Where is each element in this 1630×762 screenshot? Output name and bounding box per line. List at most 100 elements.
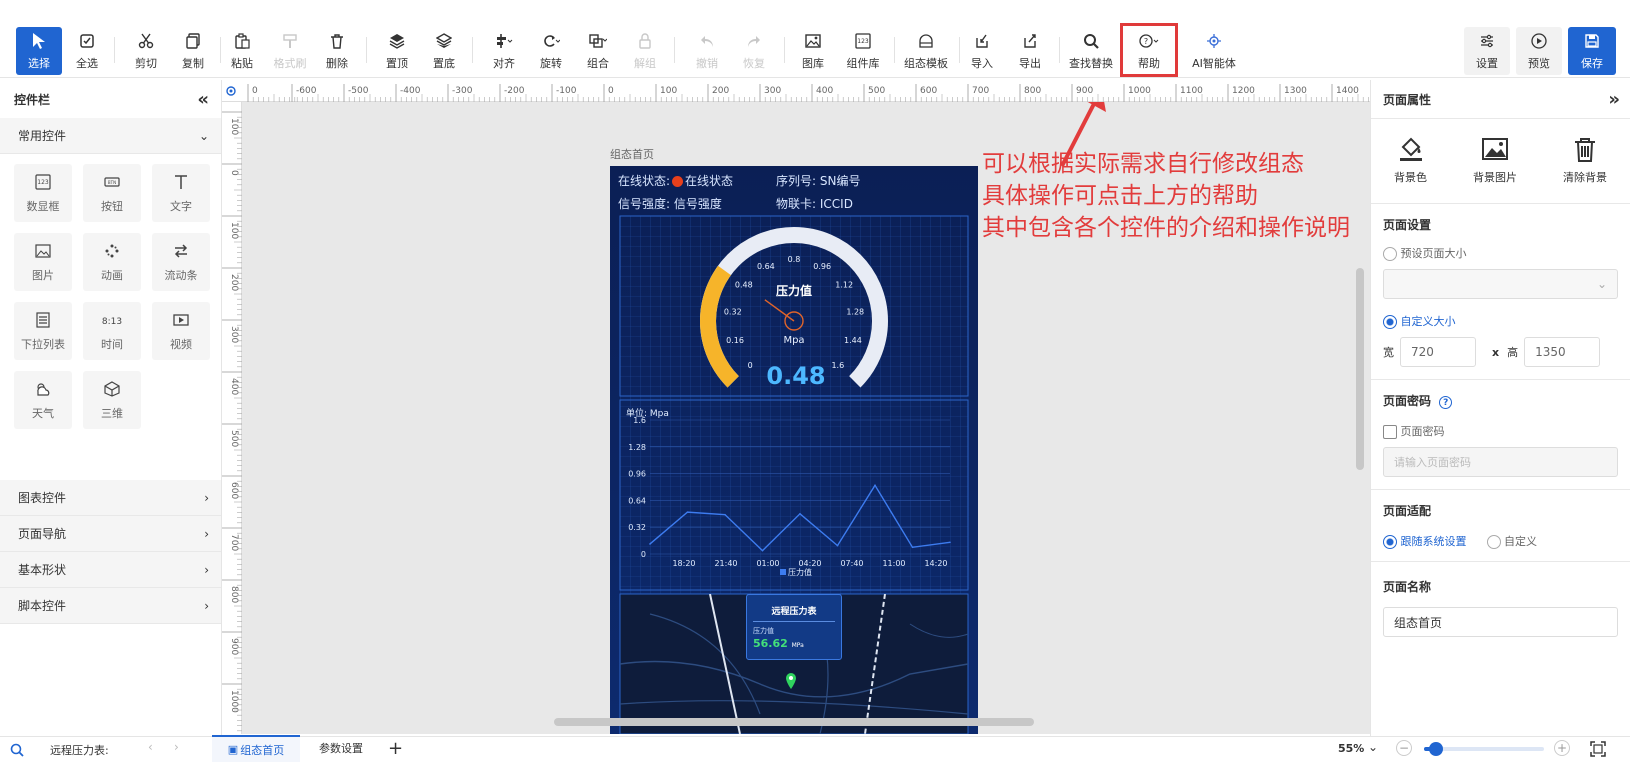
search-icon[interactable] — [10, 743, 24, 757]
section-common-widgets[interactable]: 常用控件 ⌄ — [0, 118, 221, 154]
preview-button[interactable]: 预览 — [1516, 27, 1562, 75]
3d-cube-icon — [102, 379, 122, 399]
bg-image-button[interactable]: 背景图片 — [1473, 135, 1517, 185]
select-all-button[interactable]: 全选 — [63, 27, 111, 75]
status-bar: 远程压力表: ‹ › ▣ 组态首页 参数设置 + 55% ⌄ − + — [0, 735, 1630, 762]
custom-fit-option[interactable]: 自定义 — [1486, 533, 1537, 549]
widget-dropdown-list[interactable]: 下拉列表 — [14, 302, 72, 360]
widget-video[interactable]: 视频 — [152, 302, 210, 360]
help-circle-icon[interactable]: ? — [1439, 396, 1453, 409]
zoom-out-icon[interactable]: − — [1396, 740, 1412, 756]
ruler-h-label: 100 — [660, 86, 677, 96]
paste-button[interactable]: 粘贴 — [218, 27, 266, 75]
page-password-checkbox[interactable]: 页面密码 — [1383, 423, 1618, 439]
widget-weather[interactable]: 天气 — [14, 371, 72, 429]
dashboard-page[interactable]: 在线状态: 在线状态 序列号: SN编号 信号强度: 信号强度 物联卡: ICCI… — [610, 166, 978, 734]
rotate-button[interactable]: 旋转 — [527, 27, 575, 75]
group-button[interactable]: 组合 — [574, 27, 622, 75]
widget-3d[interactable]: 三维 — [83, 371, 141, 429]
copy-icon — [183, 31, 203, 51]
import-button[interactable]: 导入 — [958, 27, 1006, 75]
tab-params[interactable]: 参数设置 — [306, 740, 376, 756]
find-replace-button[interactable]: 查找替换 — [1061, 27, 1121, 75]
widget-numeric-display[interactable]: 123 数显框 — [14, 164, 72, 222]
chevron-down-icon: ⌄ — [198, 128, 209, 143]
tab-home[interactable]: ▣ 组态首页 — [212, 735, 300, 762]
cursor-icon — [29, 31, 49, 51]
bg-color-button[interactable]: 背景色 — [1394, 135, 1427, 185]
vertical-scrollbar[interactable] — [1356, 268, 1364, 470]
next-tab-icon[interactable]: › — [174, 740, 179, 754]
design-canvas[interactable]: 组态首页 在线状态: 在线状态 序列号: SN编号 信号强度: 信号强度 物联卡… — [242, 102, 1370, 734]
collapse-left-icon[interactable]: « — [197, 89, 209, 110]
chart-data-point — [874, 484, 876, 487]
width-input[interactable]: 720 — [1400, 337, 1476, 367]
gallery-button[interactable]: 图库 — [789, 27, 837, 75]
preset-size-option[interactable]: 预设页面大小 — [1383, 245, 1618, 261]
numeric-display-icon: 123 — [33, 172, 53, 192]
widget-image[interactable]: 图片 — [14, 233, 72, 291]
redo-button[interactable]: 恢复 — [730, 27, 778, 75]
collapse-right-icon[interactable]: » — [1608, 89, 1620, 110]
zoom-dropdown-icon[interactable]: ⌄ — [1368, 740, 1378, 754]
section-page-navigation[interactable]: 页面导航 › — [0, 516, 221, 552]
chevron-down-icon: ⌄ — [1596, 277, 1607, 291]
ungroup-button[interactable]: 解组 — [621, 27, 669, 75]
gauge-tick-label: 1.12 — [835, 281, 853, 290]
map-popup[interactable]: 远程压力表 压力值 56.62 MPa — [746, 594, 842, 660]
chevron-right-icon: › — [204, 598, 209, 613]
height-input[interactable]: 1350 — [1524, 337, 1601, 367]
settings-button[interactable]: 设置 — [1464, 27, 1510, 75]
zoom-in-icon[interactable]: + — [1554, 740, 1570, 756]
chart-x-tick-label: 18:20 — [672, 559, 695, 568]
zoom-level[interactable]: 55% — [1338, 742, 1364, 755]
widget-animation[interactable]: 动画 — [83, 233, 141, 291]
delete-button[interactable]: 删除 — [313, 27, 361, 75]
component-library-button[interactable]: 123 组件库 — [837, 27, 889, 75]
custom-size-option[interactable]: 自定义大小 — [1383, 313, 1618, 329]
section-chart-widgets[interactable]: 图表控件 › — [0, 480, 221, 516]
ruler-h-label: 900 — [1076, 86, 1093, 96]
save-button[interactable]: 保存 — [1568, 27, 1616, 75]
scissors-icon — [136, 31, 156, 51]
widget-flow-bar[interactable]: 流动条 — [152, 233, 210, 291]
password-input[interactable]: 请输入页面密码 — [1383, 447, 1618, 477]
section-script-widgets[interactable]: 脚本控件 › — [0, 588, 221, 624]
follow-system-option[interactable]: 跟随系统设置 — [1383, 533, 1467, 549]
section-basic-shapes[interactable]: 基本形状 › — [0, 552, 221, 588]
select-tool-button[interactable]: 选择 — [16, 27, 62, 75]
zoom-slider-knob[interactable] — [1429, 742, 1443, 756]
bring-top-button[interactable]: 置顶 — [373, 27, 421, 75]
cut-button[interactable]: 剪切 — [122, 27, 170, 75]
ai-agent-button[interactable]: AI智能体 — [1184, 27, 1244, 75]
page-fit-title: 页面适配 — [1383, 504, 1432, 518]
preset-size-select[interactable]: ⌄ — [1383, 269, 1618, 299]
horizontal-scrollbar[interactable] — [554, 718, 1034, 726]
map-pin-icon[interactable] — [785, 672, 797, 690]
add-tab-icon[interactable]: + — [388, 738, 403, 759]
prev-tab-icon[interactable]: ‹ — [148, 740, 153, 754]
chart-series-line — [649, 483, 951, 552]
clear-bg-button[interactable]: 清除背景 — [1563, 135, 1607, 185]
undo-button[interactable]: 撤销 — [683, 27, 731, 75]
send-bottom-button[interactable]: 置底 — [420, 27, 468, 75]
pressure-line-chart[interactable]: 0 0.32 0.64 0.96 1.28 1.6 18:20 21:40 01:00 04:20… — [610, 400, 978, 600]
ruler-h-label: 300 — [764, 86, 781, 96]
widget-time[interactable]: 8:13 时间 — [83, 302, 141, 360]
fullscreen-icon[interactable] — [1590, 741, 1606, 757]
format-brush-button[interactable]: 格式刷 — [266, 27, 314, 75]
zoom-slider[interactable] — [1424, 742, 1544, 756]
widget-button[interactable]: BTN 按钮 — [83, 164, 141, 222]
page-name-input[interactable]: 组态首页 — [1383, 607, 1618, 637]
export-button[interactable]: 导出 — [1006, 27, 1054, 75]
align-button[interactable]: 对齐 — [480, 27, 528, 75]
chart-y-tick-label: 1.6 — [633, 416, 646, 425]
page-name-title: 页面名称 — [1383, 580, 1432, 594]
gauge-value: 0.48 — [766, 362, 826, 390]
gallery-icon — [803, 31, 823, 51]
image-icon — [1481, 135, 1509, 163]
ruler-h-label: -600 — [296, 86, 317, 96]
copy-button[interactable]: 复制 — [169, 27, 217, 75]
template-button[interactable]: 组态模板 — [896, 27, 956, 75]
widget-text[interactable]: 文字 — [152, 164, 210, 222]
